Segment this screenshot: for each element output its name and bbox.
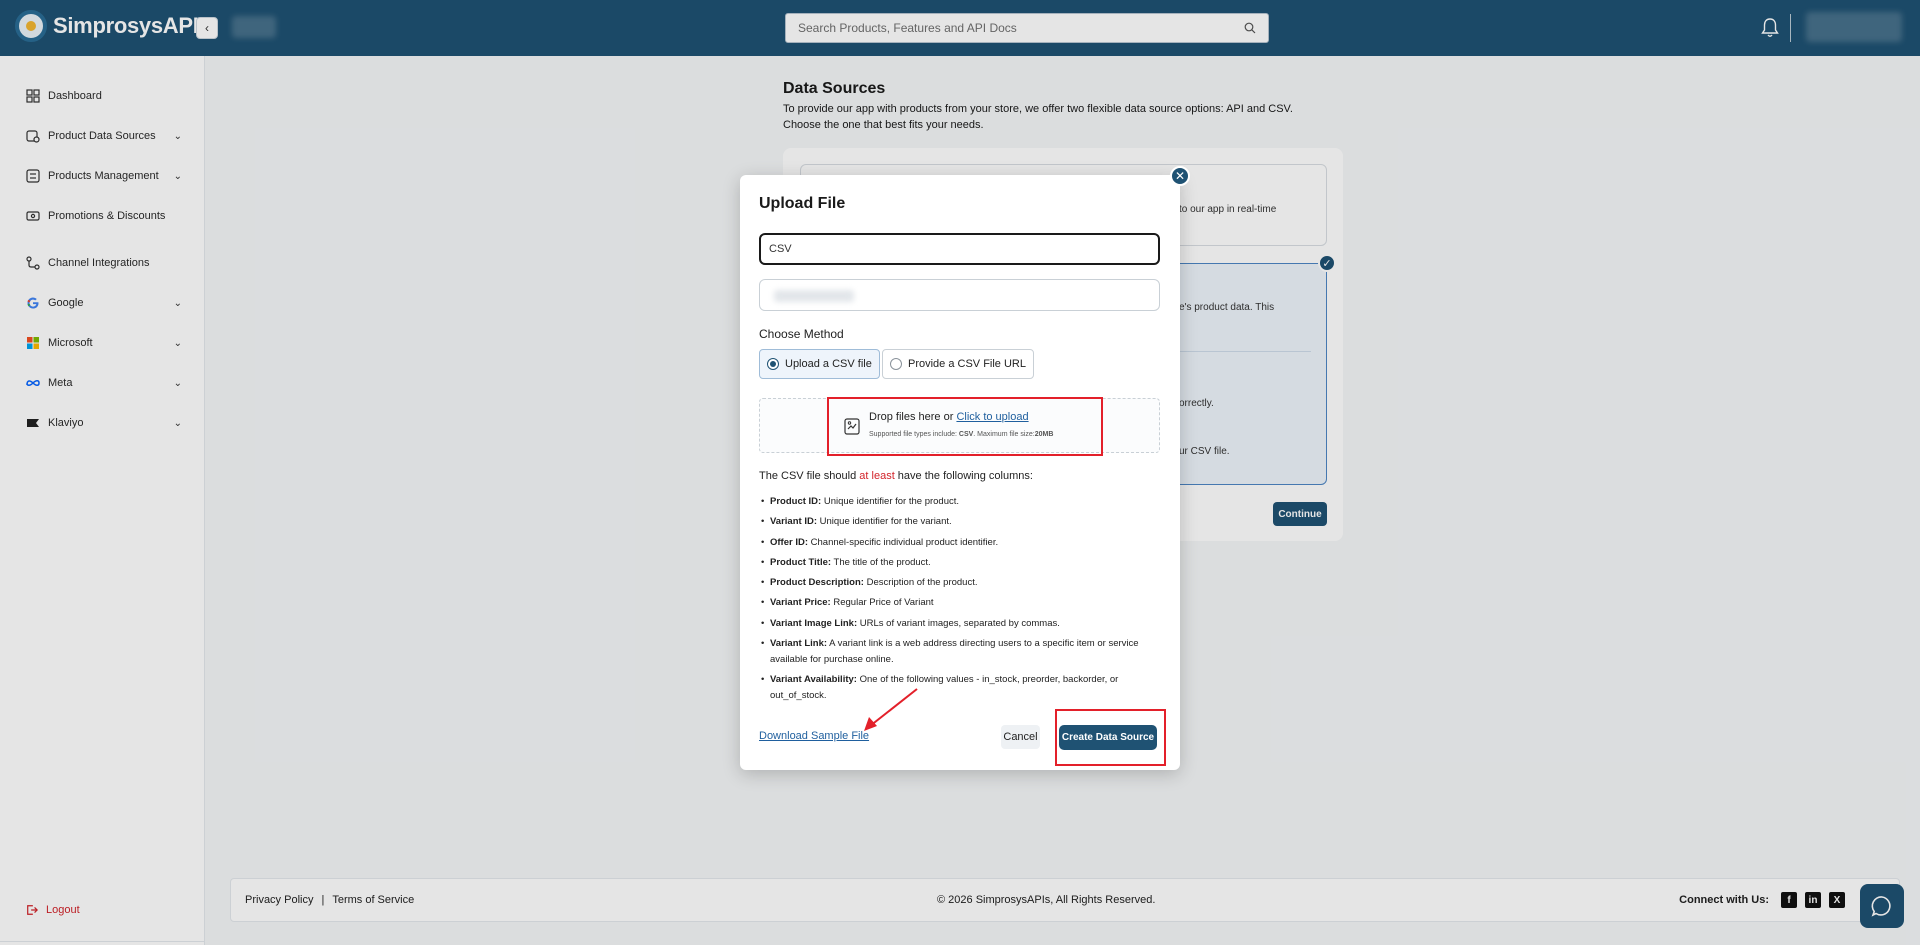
method-csv-url-radio[interactable]: Provide a CSV File URL xyxy=(882,349,1034,379)
method-label: Provide a CSV File URL xyxy=(908,358,1026,370)
blurred-name-value xyxy=(774,290,854,302)
list-item: Product ID: Unique identifier for the pr… xyxy=(761,494,1165,510)
list-item: Product Title: The title of the product. xyxy=(761,555,1165,571)
annotation-highlight-create-button xyxy=(1055,709,1166,766)
list-item: Offer ID: Channel-specific individual pr… xyxy=(761,535,1165,551)
cancel-button[interactable]: Cancel xyxy=(1001,725,1040,749)
list-item: Variant Image Link: URLs of variant imag… xyxy=(761,616,1165,632)
data-source-type-select[interactable]: CSV xyxy=(759,233,1160,265)
choose-method-label: Choose Method xyxy=(759,327,844,341)
download-sample-file-link[interactable]: Download Sample File xyxy=(759,730,869,742)
data-source-name-input[interactable] xyxy=(759,279,1160,311)
type-value: CSV xyxy=(769,243,792,255)
requirements-intro: The CSV file should at least have the fo… xyxy=(759,470,1033,482)
close-icon[interactable]: ✕ xyxy=(1170,166,1190,186)
list-item: Variant Link: A variant link is a web ad… xyxy=(761,636,1165,668)
annotation-highlight-dropzone xyxy=(827,397,1103,456)
required-columns-list: Product ID: Unique identifier for the pr… xyxy=(761,494,1165,709)
upload-file-modal: Upload File CSV Choose Method Upload a C… xyxy=(740,175,1180,770)
method-upload-csv-radio[interactable]: Upload a CSV file xyxy=(759,349,880,379)
radio-selected-icon xyxy=(767,358,779,370)
radio-unselected-icon xyxy=(890,358,902,370)
list-item: Variant ID: Unique identifier for the va… xyxy=(761,514,1165,530)
modal-title: Upload File xyxy=(759,195,846,212)
list-item: Variant Price: Regular Price of Variant xyxy=(761,595,1165,611)
list-item: Product Description: Description of the … xyxy=(761,575,1165,591)
list-item: Variant Availability: One of the followi… xyxy=(761,672,1165,704)
method-label: Upload a CSV file xyxy=(785,358,872,370)
annotation-arrow-icon xyxy=(864,688,918,731)
